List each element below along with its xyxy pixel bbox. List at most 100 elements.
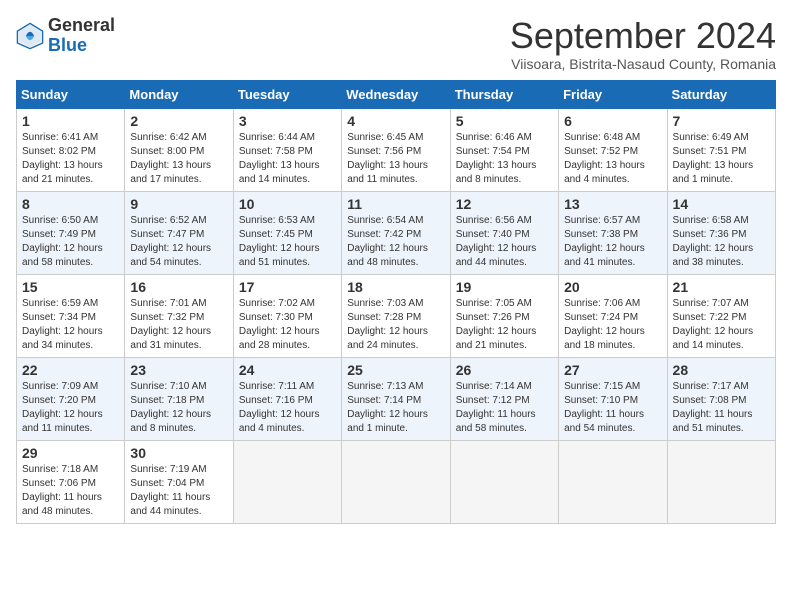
calendar-cell: 28 Sunrise: 7:17 AMSunset: 7:08 PMDayligh… <box>667 357 775 440</box>
day-number: 17 <box>239 279 336 295</box>
day-info: Sunrise: 6:54 AMSunset: 7:42 PMDaylight:… <box>347 214 444 270</box>
day-info: Sunrise: 6:57 AMSunset: 7:38 PMDaylight:… <box>564 214 661 270</box>
day-number: 8 <box>22 196 119 212</box>
calendar-cell: 2Sunrise: 6:42 AMSunset: 8:00 PMDaylight… <box>125 108 233 191</box>
calendar-cell: 23Sunrise: 7:10 AMSunset: 7:18 PMDayligh… <box>125 357 233 440</box>
day-number: 11 <box>347 196 444 212</box>
calendar-week-1: 1 Sunrise: 6:41 AMSunset: 8:02 PMDaylight… <box>17 108 776 191</box>
calendar-cell: 24Sunrise: 7:11 AMSunset: 7:16 PMDayligh… <box>233 357 341 440</box>
day-info: Sunrise: 7:02 AMSunset: 7:30 PMDaylight:… <box>239 297 336 353</box>
calendar-cell: 30 Sunrise: 7:19 AMSunset: 7:04 PMDayligh… <box>125 440 233 523</box>
calendar-cell: 20Sunrise: 7:06 AMSunset: 7:24 PMDayligh… <box>559 274 667 357</box>
day-number: 23 <box>130 362 227 378</box>
day-info: Sunrise: 7:05 AMSunset: 7:26 PMDaylight:… <box>456 297 553 353</box>
calendar-cell: 18 Sunrise: 7:03 AMSunset: 7:28 PMDayligh… <box>342 274 450 357</box>
header-day-thursday: Thursday <box>450 80 558 108</box>
calendar-cell: 6 Sunrise: 6:48 AMSunset: 7:52 PMDaylight… <box>559 108 667 191</box>
calendar-cell: 1 Sunrise: 6:41 AMSunset: 8:02 PMDaylight… <box>17 108 125 191</box>
day-number: 27 <box>564 362 661 378</box>
day-number: 12 <box>456 196 553 212</box>
day-info: Sunrise: 6:53 AMSunset: 7:45 PMDaylight:… <box>239 214 336 270</box>
day-number: 1 <box>22 113 119 129</box>
day-number: 9 <box>130 196 227 212</box>
day-info: Sunrise: 7:19 AMSunset: 7:04 PMDaylight:… <box>130 463 227 519</box>
day-number: 14 <box>673 196 770 212</box>
header-day-wednesday: Wednesday <box>342 80 450 108</box>
calendar-cell: 22 Sunrise: 7:09 AMSunset: 7:20 PMDayligh… <box>17 357 125 440</box>
calendar-cell: 11 Sunrise: 6:54 AMSunset: 7:42 PMDayligh… <box>342 191 450 274</box>
day-info: Sunrise: 6:49 AMSunset: 7:51 PMDaylight:… <box>673 131 770 187</box>
day-number: 28 <box>673 362 770 378</box>
calendar-cell: 14Sunrise: 6:58 AMSunset: 7:36 PMDayligh… <box>667 191 775 274</box>
day-number: 26 <box>456 362 553 378</box>
calendar-cell: 25 Sunrise: 7:13 AMSunset: 7:14 PMDayligh… <box>342 357 450 440</box>
day-number: 6 <box>564 113 661 129</box>
day-number: 13 <box>564 196 661 212</box>
day-number: 29 <box>22 445 119 461</box>
calendar-cell: 21Sunrise: 7:07 AMSunset: 7:22 PMDayligh… <box>667 274 775 357</box>
day-number: 25 <box>347 362 444 378</box>
calendar-week-2: 8 Sunrise: 6:50 AMSunset: 7:49 PMDaylight… <box>17 191 776 274</box>
calendar-cell: 27 Sunrise: 7:15 AMSunset: 7:10 PMDayligh… <box>559 357 667 440</box>
calendar-cell: 26 Sunrise: 7:14 AMSunset: 7:12 PMDayligh… <box>450 357 558 440</box>
calendar-cell: 8 Sunrise: 6:50 AMSunset: 7:49 PMDaylight… <box>17 191 125 274</box>
calendar-cell: 19 Sunrise: 7:05 AMSunset: 7:26 PMDayligh… <box>450 274 558 357</box>
day-number: 24 <box>239 362 336 378</box>
header-row: SundayMondayTuesdayWednesdayThursdayFrid… <box>17 80 776 108</box>
logo-icon <box>16 22 44 50</box>
day-info: Sunrise: 6:50 AMSunset: 7:49 PMDaylight:… <box>22 214 119 270</box>
day-number: 16 <box>130 279 227 295</box>
calendar-cell: 12Sunrise: 6:56 AMSunset: 7:40 PMDayligh… <box>450 191 558 274</box>
day-info: Sunrise: 7:06 AMSunset: 7:24 PMDaylight:… <box>564 297 661 353</box>
logo-text: General Blue <box>48 16 115 56</box>
calendar-week-5: 29 Sunrise: 7:18 AMSunset: 7:06 PMDayligh… <box>17 440 776 523</box>
calendar-cell: 4 Sunrise: 6:45 AMSunset: 7:56 PMDaylight… <box>342 108 450 191</box>
calendar-cell <box>450 440 558 523</box>
day-number: 4 <box>347 113 444 129</box>
day-info: Sunrise: 6:44 AMSunset: 7:58 PMDaylight:… <box>239 131 336 187</box>
calendar-cell: 10Sunrise: 6:53 AMSunset: 7:45 PMDayligh… <box>233 191 341 274</box>
day-info: Sunrise: 7:17 AMSunset: 7:08 PMDaylight:… <box>673 380 770 436</box>
day-number: 21 <box>673 279 770 295</box>
day-info: Sunrise: 7:18 AMSunset: 7:06 PMDaylight:… <box>22 463 119 519</box>
calendar-cell: 9 Sunrise: 6:52 AMSunset: 7:47 PMDaylight… <box>125 191 233 274</box>
calendar-cell: 3Sunrise: 6:44 AMSunset: 7:58 PMDaylight… <box>233 108 341 191</box>
day-info: Sunrise: 7:14 AMSunset: 7:12 PMDaylight:… <box>456 380 553 436</box>
day-info: Sunrise: 7:13 AMSunset: 7:14 PMDaylight:… <box>347 380 444 436</box>
day-number: 5 <box>456 113 553 129</box>
calendar-cell <box>559 440 667 523</box>
calendar-cell <box>233 440 341 523</box>
day-info: Sunrise: 7:03 AMSunset: 7:28 PMDaylight:… <box>347 297 444 353</box>
page-header: General Blue September 2024 Viisoara, Bi… <box>16 16 776 72</box>
month-title: September 2024 <box>510 16 776 56</box>
header-day-sunday: Sunday <box>17 80 125 108</box>
day-number: 19 <box>456 279 553 295</box>
day-number: 22 <box>22 362 119 378</box>
location-subtitle: Viisoara, Bistrita-Nasaud County, Romani… <box>510 56 776 72</box>
header-day-saturday: Saturday <box>667 80 775 108</box>
calendar-week-3: 15 Sunrise: 6:59 AMSunset: 7:34 PMDayligh… <box>17 274 776 357</box>
calendar-cell: 29 Sunrise: 7:18 AMSunset: 7:06 PMDayligh… <box>17 440 125 523</box>
calendar-cell: 7Sunrise: 6:49 AMSunset: 7:51 PMDaylight… <box>667 108 775 191</box>
day-info: Sunrise: 7:09 AMSunset: 7:20 PMDaylight:… <box>22 380 119 436</box>
calendar-cell: 13 Sunrise: 6:57 AMSunset: 7:38 PMDayligh… <box>559 191 667 274</box>
day-number: 2 <box>130 113 227 129</box>
day-info: Sunrise: 7:15 AMSunset: 7:10 PMDaylight:… <box>564 380 661 436</box>
day-info: Sunrise: 6:48 AMSunset: 7:52 PMDaylight:… <box>564 131 661 187</box>
day-info: Sunrise: 6:45 AMSunset: 7:56 PMDaylight:… <box>347 131 444 187</box>
title-block: September 2024 Viisoara, Bistrita-Nasaud… <box>510 16 776 72</box>
day-number: 18 <box>347 279 444 295</box>
day-info: Sunrise: 6:46 AMSunset: 7:54 PMDaylight:… <box>456 131 553 187</box>
calendar-cell: 17 Sunrise: 7:02 AMSunset: 7:30 PMDayligh… <box>233 274 341 357</box>
calendar-cell: 5 Sunrise: 6:46 AMSunset: 7:54 PMDaylight… <box>450 108 558 191</box>
logo-blue: Blue <box>48 36 115 56</box>
day-info: Sunrise: 6:41 AMSunset: 8:02 PMDaylight:… <box>22 131 119 187</box>
calendar-table: SundayMondayTuesdayWednesdayThursdayFrid… <box>16 80 776 524</box>
calendar-cell: 16Sunrise: 7:01 AMSunset: 7:32 PMDayligh… <box>125 274 233 357</box>
day-info: Sunrise: 6:52 AMSunset: 7:47 PMDaylight:… <box>130 214 227 270</box>
header-day-friday: Friday <box>559 80 667 108</box>
day-number: 30 <box>130 445 227 461</box>
day-number: 15 <box>22 279 119 295</box>
day-info: Sunrise: 6:59 AMSunset: 7:34 PMDaylight:… <box>22 297 119 353</box>
header-day-monday: Monday <box>125 80 233 108</box>
